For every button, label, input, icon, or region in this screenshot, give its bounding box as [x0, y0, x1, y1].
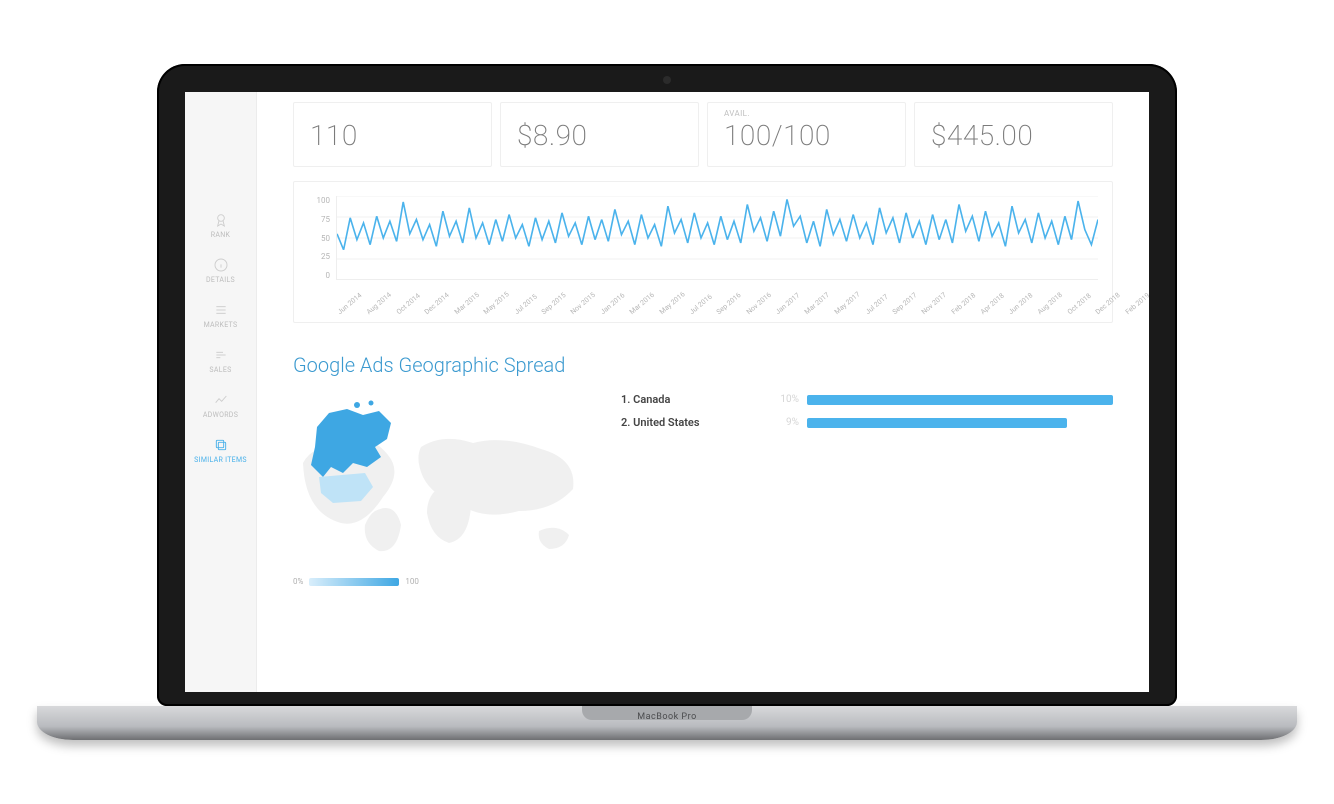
sidebar-item-details[interactable]: DETAILS — [185, 257, 256, 284]
legend-min: 0% — [293, 577, 303, 586]
map-legend: 0% 100 — [293, 577, 593, 586]
y-tick: 50 — [321, 234, 330, 243]
y-tick: 100 — [317, 196, 331, 205]
metric-card-3: avail. 100/100 — [707, 102, 906, 167]
metric-label — [931, 109, 1096, 119]
geo-section: 0% 100 1. Canada10%2. United States9% — [293, 393, 1113, 586]
metric-card-4: $445.00 — [914, 102, 1113, 167]
info-icon — [185, 257, 256, 273]
world-map-svg — [293, 393, 593, 563]
chart-x-axis: Jun 2014Aug 2014Oct 2014Dec 2014Mar 2015… — [336, 310, 1098, 318]
sidebar-item-label: ADWORDS — [203, 411, 238, 419]
app-root: RANK DETAILS MARKETS — [185, 92, 1149, 692]
list-icon — [185, 302, 256, 318]
laptop-mockup: RANK DETAILS MARKETS — [157, 64, 1177, 740]
laptop-base: MacBook Pro — [37, 706, 1297, 740]
copy-icon — [185, 437, 256, 453]
y-tick: 25 — [321, 252, 330, 261]
bars-icon — [185, 347, 256, 363]
camera-icon — [663, 76, 671, 84]
sidebar-item-label: MARKETS — [204, 321, 238, 329]
geo-pct-label: 10% — [771, 394, 807, 405]
world-map: 0% 100 — [293, 393, 593, 586]
geo-country-name: 1. Canada — [621, 393, 771, 406]
legend-max: 100 — [405, 577, 419, 586]
trend-icon — [185, 392, 256, 408]
metric-value: 100/100 — [724, 119, 889, 152]
geo-list: 1. Canada10%2. United States9% — [621, 393, 1113, 586]
metric-value: 110 — [310, 119, 475, 152]
sidebar-item-label: SALES — [209, 366, 231, 374]
sidebar: RANK DETAILS MARKETS — [185, 92, 257, 692]
sidebar-item-label: DETAILS — [206, 276, 235, 284]
sidebar-item-sales[interactable]: SALES — [185, 347, 256, 374]
sidebar-item-adwords[interactable]: ADWORDS — [185, 392, 256, 419]
geo-pct-label: 9% — [771, 417, 807, 428]
geo-country-name: 2. United States — [621, 416, 771, 429]
geo-section-title: Google Ads Geographic Spread — [293, 353, 1113, 377]
metric-label — [310, 109, 475, 119]
sidebar-item-label: SIMILAR ITEMS — [194, 456, 247, 464]
geo-bar — [807, 395, 1113, 405]
x-tick: Feb 2019 — [1124, 291, 1149, 316]
laptop-label: MacBook Pro — [582, 706, 752, 720]
legend-gradient-icon — [309, 578, 399, 586]
main-content: 110 $8.90 avail. 100/100 $445.00 — [257, 92, 1149, 692]
sidebar-item-label: RANK — [211, 231, 230, 239]
medal-icon — [185, 212, 256, 228]
metric-label — [517, 109, 682, 119]
y-tick: 0 — [326, 271, 331, 280]
sidebar-item-similar[interactable]: SIMILAR ITEMS — [185, 437, 256, 464]
metric-card-2: $8.90 — [500, 102, 699, 167]
x-tick: Dec 2018 — [1094, 291, 1122, 316]
metric-card-1: 110 — [293, 102, 492, 167]
chart-plot-area — [336, 196, 1098, 280]
metric-value: $445.00 — [931, 119, 1096, 152]
geo-row: 1. Canada10% — [621, 393, 1113, 406]
laptop-bezel: RANK DETAILS MARKETS — [157, 64, 1177, 706]
y-tick: 75 — [321, 215, 330, 224]
timeline-chart: 100 75 50 25 0 — [308, 196, 1098, 306]
sidebar-item-rank[interactable]: RANK — [185, 212, 256, 239]
sidebar-item-markets[interactable]: MARKETS — [185, 302, 256, 329]
metrics-row: 110 $8.90 avail. 100/100 $445.00 — [293, 102, 1113, 167]
geo-bar — [807, 418, 1113, 428]
timeline-card: 100 75 50 25 0 — [293, 181, 1113, 323]
chart-y-axis: 100 75 50 25 0 — [308, 196, 336, 280]
metric-value: $8.90 — [517, 119, 682, 152]
metric-label: avail. — [724, 109, 889, 119]
geo-row: 2. United States9% — [621, 416, 1113, 429]
screen-viewport: RANK DETAILS MARKETS — [185, 92, 1149, 692]
